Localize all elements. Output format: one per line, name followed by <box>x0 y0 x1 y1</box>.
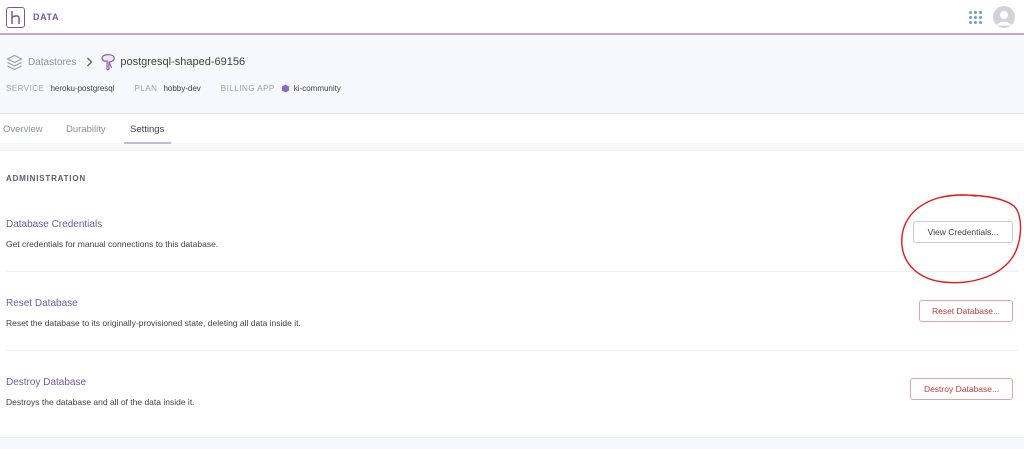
plan-label: PLAN <box>134 84 158 93</box>
billing-app-link[interactable]: ki-community <box>294 84 341 93</box>
addon-meta: SERVICE heroku-postgresql PLAN hobby-dev… <box>6 84 361 93</box>
top-bar: DATA <box>0 0 1024 35</box>
row-divider <box>6 350 1018 351</box>
credentials-description: Get credentials for manual connections t… <box>6 239 219 249</box>
destroy-database-button[interactable]: Destroy Database... <box>910 378 1013 400</box>
breadcrumb: Datastores postgresql-shaped-69156 <box>6 53 245 71</box>
section-title: ADMINISTRATION <box>6 174 86 183</box>
service-value: heroku-postgresql <box>50 84 115 93</box>
database-name: postgresql-shaped-69156 <box>120 56 246 68</box>
breadcrumb-datastores[interactable]: Datastores <box>28 57 76 68</box>
destroy-description: Destroys the database and all of the dat… <box>6 397 195 407</box>
chevron-right-icon <box>87 57 93 67</box>
app-name[interactable]: DATA <box>33 12 59 22</box>
reset-description: Reset the database to its originally-pro… <box>6 318 301 328</box>
heroku-logo-icon[interactable] <box>6 7 25 28</box>
destroy-title: Destroy Database <box>6 377 87 388</box>
page-header: Datastores postgresql-shaped-69156 SERVI… <box>0 37 1024 113</box>
tab-bar: Overview Durability Settings <box>0 113 1024 144</box>
app-hexagon-icon <box>281 84 289 93</box>
reset-title: Reset Database <box>6 298 78 309</box>
datastores-icon <box>6 54 23 70</box>
tab-overview[interactable]: Overview <box>3 124 43 135</box>
annotation-circle <box>901 194 1022 284</box>
credentials-title: Database Credentials <box>6 219 103 230</box>
tab-durability[interactable]: Durability <box>66 124 106 135</box>
apps-grid-icon[interactable] <box>969 11 982 24</box>
tab-settings[interactable]: Settings <box>130 124 164 135</box>
postgres-elephant-icon <box>101 53 116 70</box>
user-avatar-icon[interactable] <box>993 6 1015 28</box>
plan-value: hobby-dev <box>163 84 201 93</box>
active-tab-indicator <box>124 142 171 144</box>
service-label: SERVICE <box>6 84 45 93</box>
row-divider <box>6 271 1018 272</box>
reset-database-button[interactable]: Reset Database... <box>919 300 1013 322</box>
billing-app-label: BILLING APP <box>220 84 275 93</box>
administration-panel: ADMINISTRATION Database Credentials Get … <box>0 150 1024 438</box>
